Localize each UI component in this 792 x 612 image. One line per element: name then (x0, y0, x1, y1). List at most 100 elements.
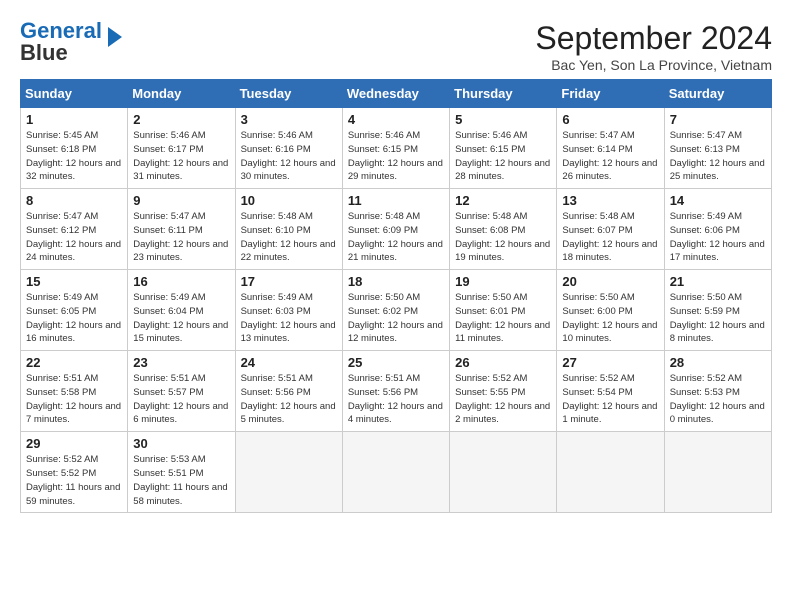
calendar-cell: 16 Sunrise: 5:49 AMSunset: 6:04 PMDayligh… (128, 270, 235, 351)
calendar-cell (664, 432, 771, 513)
day-number: 4 (348, 112, 444, 127)
day-info: Sunrise: 5:48 AMSunset: 6:10 PMDaylight:… (241, 210, 337, 265)
calendar-cell: 6 Sunrise: 5:47 AMSunset: 6:14 PMDaylight… (557, 108, 664, 189)
day-number: 2 (133, 112, 229, 127)
day-header-sunday: Sunday (21, 80, 128, 108)
calendar-cell (557, 432, 664, 513)
logo: GeneralBlue (20, 20, 126, 64)
day-number: 23 (133, 355, 229, 370)
calendar-cell: 1 Sunrise: 5:45 AMSunset: 6:18 PMDaylight… (21, 108, 128, 189)
calendar-cell: 26 Sunrise: 5:52 AMSunset: 5:55 PMDayligh… (450, 351, 557, 432)
day-header-tuesday: Tuesday (235, 80, 342, 108)
calendar-cell: 7 Sunrise: 5:47 AMSunset: 6:13 PMDaylight… (664, 108, 771, 189)
week-row-2: 8 Sunrise: 5:47 AMSunset: 6:12 PMDaylight… (21, 189, 772, 270)
day-number: 6 (562, 112, 658, 127)
day-info: Sunrise: 5:49 AMSunset: 6:06 PMDaylight:… (670, 210, 766, 265)
day-info: Sunrise: 5:50 AMSunset: 6:00 PMDaylight:… (562, 291, 658, 346)
day-header-saturday: Saturday (664, 80, 771, 108)
day-info: Sunrise: 5:50 AMSunset: 5:59 PMDaylight:… (670, 291, 766, 346)
day-info: Sunrise: 5:49 AMSunset: 6:03 PMDaylight:… (241, 291, 337, 346)
day-number: 16 (133, 274, 229, 289)
day-info: Sunrise: 5:48 AMSunset: 6:09 PMDaylight:… (348, 210, 444, 265)
logo-arrow-icon (104, 23, 126, 51)
calendar-cell: 3Sunrise: 5:46 AMSunset: 6:16 PMDaylight… (235, 108, 342, 189)
calendar-cell (342, 432, 449, 513)
calendar-cell: 28 Sunrise: 5:52 AMSunset: 5:53 PMDayligh… (664, 351, 771, 432)
day-number: 17 (241, 274, 337, 289)
week-row-3: 15 Sunrise: 5:49 AMSunset: 6:05 PMDayligh… (21, 270, 772, 351)
day-number: 22 (26, 355, 122, 370)
day-info: Sunrise: 5:47 AMSunset: 6:14 PMDaylight:… (562, 129, 658, 184)
day-number: 3 (241, 112, 337, 127)
title-block: September 2024 Bac Yen, Son La Province,… (535, 20, 772, 73)
day-number: 20 (562, 274, 658, 289)
calendar-cell: 21Sunrise: 5:50 AMSunset: 5:59 PMDayligh… (664, 270, 771, 351)
day-number: 28 (670, 355, 766, 370)
day-info: Sunrise: 5:47 AMSunset: 6:13 PMDaylight:… (670, 129, 766, 184)
day-number: 12 (455, 193, 551, 208)
day-info: Sunrise: 5:50 AMSunset: 6:01 PMDaylight:… (455, 291, 551, 346)
calendar-table: SundayMondayTuesdayWednesdayThursdayFrid… (20, 79, 772, 513)
calendar-cell: 24 Sunrise: 5:51 AMSunset: 5:56 PMDayligh… (235, 351, 342, 432)
calendar-cell: 27 Sunrise: 5:52 AMSunset: 5:54 PMDayligh… (557, 351, 664, 432)
day-info: Sunrise: 5:49 AMSunset: 6:04 PMDaylight:… (133, 291, 229, 346)
day-header-monday: Monday (128, 80, 235, 108)
calendar-cell (450, 432, 557, 513)
day-number: 30 (133, 436, 229, 451)
day-number: 24 (241, 355, 337, 370)
day-info: Sunrise: 5:48 AMSunset: 6:08 PMDaylight:… (455, 210, 551, 265)
calendar-cell: 30 Sunrise: 5:53 AMSunset: 5:51 PMDayligh… (128, 432, 235, 513)
day-info: Sunrise: 5:51 AMSunset: 5:56 PMDaylight:… (241, 372, 337, 427)
calendar-cell: 20 Sunrise: 5:50 AMSunset: 6:00 PMDayligh… (557, 270, 664, 351)
week-row-1: 1 Sunrise: 5:45 AMSunset: 6:18 PMDaylight… (21, 108, 772, 189)
day-info: Sunrise: 5:45 AMSunset: 6:18 PMDaylight:… (26, 129, 122, 184)
calendar-cell: 12 Sunrise: 5:48 AMSunset: 6:08 PMDayligh… (450, 189, 557, 270)
calendar-cell: 22Sunrise: 5:51 AMSunset: 5:58 PMDayligh… (21, 351, 128, 432)
calendar-cell: 29 Sunrise: 5:52 AMSunset: 5:52 PMDayligh… (21, 432, 128, 513)
day-number: 25 (348, 355, 444, 370)
calendar-cell: 14 Sunrise: 5:49 AMSunset: 6:06 PMDayligh… (664, 189, 771, 270)
day-number: 14 (670, 193, 766, 208)
day-number: 18 (348, 274, 444, 289)
day-header-thursday: Thursday (450, 80, 557, 108)
day-info: Sunrise: 5:46 AMSunset: 6:15 PMDaylight:… (348, 129, 444, 184)
calendar-cell: 23 Sunrise: 5:51 AMSunset: 5:57 PMDayligh… (128, 351, 235, 432)
calendar-cell: 18Sunrise: 5:50 AMSunset: 6:02 PMDayligh… (342, 270, 449, 351)
calendar-header-row: SundayMondayTuesdayWednesdayThursdayFrid… (21, 80, 772, 108)
day-number: 1 (26, 112, 122, 127)
day-number: 10 (241, 193, 337, 208)
day-info: Sunrise: 5:46 AMSunset: 6:17 PMDaylight:… (133, 129, 229, 184)
day-number: 27 (562, 355, 658, 370)
day-number: 5 (455, 112, 551, 127)
day-info: Sunrise: 5:52 AMSunset: 5:52 PMDaylight:… (26, 453, 122, 508)
logo-text: GeneralBlue (20, 20, 102, 64)
calendar-cell: 8 Sunrise: 5:47 AMSunset: 6:12 PMDaylight… (21, 189, 128, 270)
day-number: 26 (455, 355, 551, 370)
calendar-cell: 19 Sunrise: 5:50 AMSunset: 6:01 PMDayligh… (450, 270, 557, 351)
month-title: September 2024 (535, 20, 772, 57)
day-info: Sunrise: 5:46 AMSunset: 6:15 PMDaylight:… (455, 129, 551, 184)
day-info: Sunrise: 5:52 AMSunset: 5:55 PMDaylight:… (455, 372, 551, 427)
day-number: 29 (26, 436, 122, 451)
day-info: Sunrise: 5:52 AMSunset: 5:53 PMDaylight:… (670, 372, 766, 427)
calendar-cell: 25Sunrise: 5:51 AMSunset: 5:56 PMDayligh… (342, 351, 449, 432)
day-info: Sunrise: 5:49 AMSunset: 6:05 PMDaylight:… (26, 291, 122, 346)
calendar-cell: 5 Sunrise: 5:46 AMSunset: 6:15 PMDaylight… (450, 108, 557, 189)
day-number: 15 (26, 274, 122, 289)
day-number: 11 (348, 193, 444, 208)
day-info: Sunrise: 5:51 AMSunset: 5:57 PMDaylight:… (133, 372, 229, 427)
calendar-cell (235, 432, 342, 513)
day-number: 8 (26, 193, 122, 208)
calendar-cell: 10 Sunrise: 5:48 AMSunset: 6:10 PMDayligh… (235, 189, 342, 270)
day-info: Sunrise: 5:53 AMSunset: 5:51 PMDaylight:… (133, 453, 229, 508)
calendar-cell: 9Sunrise: 5:47 AMSunset: 6:11 PMDaylight… (128, 189, 235, 270)
calendar-cell: 11 Sunrise: 5:48 AMSunset: 6:09 PMDayligh… (342, 189, 449, 270)
day-info: Sunrise: 5:48 AMSunset: 6:07 PMDaylight:… (562, 210, 658, 265)
day-info: Sunrise: 5:52 AMSunset: 5:54 PMDaylight:… (562, 372, 658, 427)
day-info: Sunrise: 5:47 AMSunset: 6:12 PMDaylight:… (26, 210, 122, 265)
week-row-5: 29 Sunrise: 5:52 AMSunset: 5:52 PMDayligh… (21, 432, 772, 513)
calendar-cell: 17 Sunrise: 5:49 AMSunset: 6:03 PMDayligh… (235, 270, 342, 351)
day-number: 7 (670, 112, 766, 127)
day-number: 13 (562, 193, 658, 208)
day-number: 19 (455, 274, 551, 289)
